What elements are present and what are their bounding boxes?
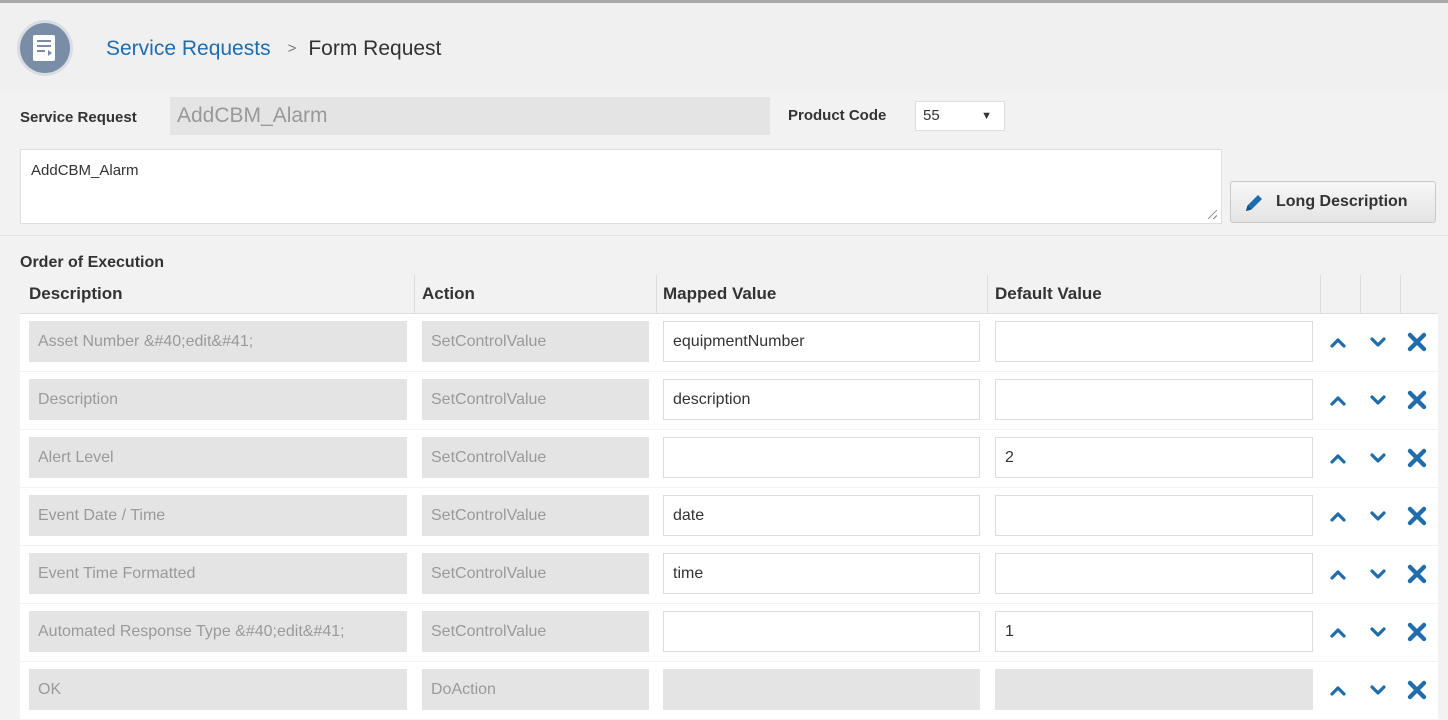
row-description: Alert Level xyxy=(29,437,407,478)
column-header-action: Action xyxy=(422,284,475,303)
service-request-row: Service Request AddCBM_Alarm Product Cod… xyxy=(0,93,1448,143)
breadcrumb-current-page: Form Request xyxy=(308,37,442,60)
delete-icon[interactable] xyxy=(1405,504,1429,528)
move-up-icon[interactable] xyxy=(1326,562,1350,586)
column-header-default-value: Default Value xyxy=(995,284,1102,303)
default-value-input[interactable] xyxy=(995,553,1313,594)
table-header: Description Action Mapped Value Default … xyxy=(20,275,1438,314)
mapped-value-input[interactable]: date xyxy=(663,495,980,536)
long-description-label: Long Description xyxy=(1276,193,1408,210)
move-up-icon[interactable] xyxy=(1326,446,1350,470)
row-action: SetControlValue xyxy=(422,437,649,478)
section-divider xyxy=(0,235,1448,236)
resize-handle-icon[interactable] xyxy=(1208,210,1217,219)
delete-icon[interactable] xyxy=(1405,388,1429,412)
move-down-icon[interactable] xyxy=(1366,562,1390,586)
row-action: SetControlValue xyxy=(422,553,649,594)
product-code-label: Product Code xyxy=(788,107,887,124)
move-down-icon[interactable] xyxy=(1366,620,1390,644)
long-description-button[interactable]: Long Description xyxy=(1230,181,1436,223)
default-value-input[interactable] xyxy=(995,379,1313,420)
breadcrumb-service-requests-link[interactable]: Service Requests xyxy=(106,37,271,60)
row-action: SetControlValue xyxy=(422,611,649,652)
move-up-icon[interactable] xyxy=(1326,620,1350,644)
delete-icon[interactable] xyxy=(1405,562,1429,586)
row-description: Automated Response Type &#40;edit&#41; xyxy=(29,611,407,652)
table-row: Description SetControlValue description xyxy=(20,372,1438,430)
move-down-icon[interactable] xyxy=(1366,330,1390,354)
mapped-value-input[interactable] xyxy=(663,611,980,652)
delete-icon[interactable] xyxy=(1405,678,1429,702)
row-description: Asset Number &#40;edit&#41; xyxy=(29,321,407,362)
page-header: Service Requests > Form Request xyxy=(0,3,1448,91)
breadcrumb-separator: > xyxy=(287,40,297,57)
table-row: Event Time Formatted SetControlValue tim… xyxy=(20,546,1438,604)
service-request-field: AddCBM_Alarm xyxy=(170,97,770,135)
move-up-icon[interactable] xyxy=(1326,388,1350,412)
delete-icon[interactable] xyxy=(1405,620,1429,644)
dropdown-arrow-icon: ▼ xyxy=(981,110,992,122)
default-value-input[interactable]: 2 xyxy=(995,437,1313,478)
default-value-input xyxy=(995,669,1313,710)
move-down-icon[interactable] xyxy=(1366,678,1390,702)
mapped-value-input[interactable] xyxy=(663,437,980,478)
delete-icon[interactable] xyxy=(1405,446,1429,470)
row-action: SetControlValue xyxy=(422,321,649,362)
table-row: Alert Level SetControlValue 2 xyxy=(20,430,1438,488)
row-description: Description xyxy=(29,379,407,420)
breadcrumb: Service Requests > Form Request xyxy=(106,37,441,61)
column-divider xyxy=(987,275,988,313)
column-header-mapped-value: Mapped Value xyxy=(663,284,777,303)
column-divider xyxy=(656,275,657,313)
column-header-description: Description xyxy=(29,284,123,303)
column-divider xyxy=(414,275,415,313)
row-action: SetControlValue xyxy=(422,495,649,536)
default-value-input[interactable]: 1 xyxy=(995,611,1313,652)
execution-table: Description Action Mapped Value Default … xyxy=(20,275,1438,720)
move-down-icon[interactable] xyxy=(1366,446,1390,470)
description-text: AddCBM_Alarm xyxy=(31,162,139,179)
row-action: DoAction xyxy=(422,669,649,710)
product-code-select[interactable]: 55 ▼ xyxy=(915,101,1005,131)
table-row: Asset Number &#40;edit&#41; SetControlVa… xyxy=(20,314,1438,372)
move-down-icon[interactable] xyxy=(1366,388,1390,412)
description-textarea[interactable]: AddCBM_Alarm xyxy=(20,149,1222,224)
service-request-label: Service Request xyxy=(20,109,137,126)
default-value-input[interactable] xyxy=(995,321,1313,362)
move-up-icon[interactable] xyxy=(1326,504,1350,528)
row-description: OK xyxy=(29,669,407,710)
delete-icon[interactable] xyxy=(1405,330,1429,354)
row-action: SetControlValue xyxy=(422,379,649,420)
pencil-icon xyxy=(1243,192,1265,219)
row-description: Event Time Formatted xyxy=(29,553,407,594)
mapped-value-input[interactable]: equipmentNumber xyxy=(663,321,980,362)
mapped-value-input[interactable]: time xyxy=(663,553,980,594)
column-divider xyxy=(1320,275,1321,313)
table-row: OK DoAction xyxy=(20,662,1438,720)
mapped-value-input xyxy=(663,669,980,710)
form-document-icon xyxy=(20,23,70,73)
default-value-input[interactable] xyxy=(995,495,1313,536)
table-row: Event Date / Time SetControlValue date xyxy=(20,488,1438,546)
row-description: Event Date / Time xyxy=(29,495,407,536)
move-up-icon[interactable] xyxy=(1326,678,1350,702)
move-up-icon[interactable] xyxy=(1326,330,1350,354)
column-divider xyxy=(1360,275,1361,313)
order-of-execution-title: Order of Execution xyxy=(20,254,165,271)
column-divider xyxy=(1400,275,1401,313)
table-row: Automated Response Type &#40;edit&#41; S… xyxy=(20,604,1438,662)
mapped-value-input[interactable]: description xyxy=(663,379,980,420)
move-down-icon[interactable] xyxy=(1366,504,1390,528)
product-code-value: 55 xyxy=(923,107,940,124)
